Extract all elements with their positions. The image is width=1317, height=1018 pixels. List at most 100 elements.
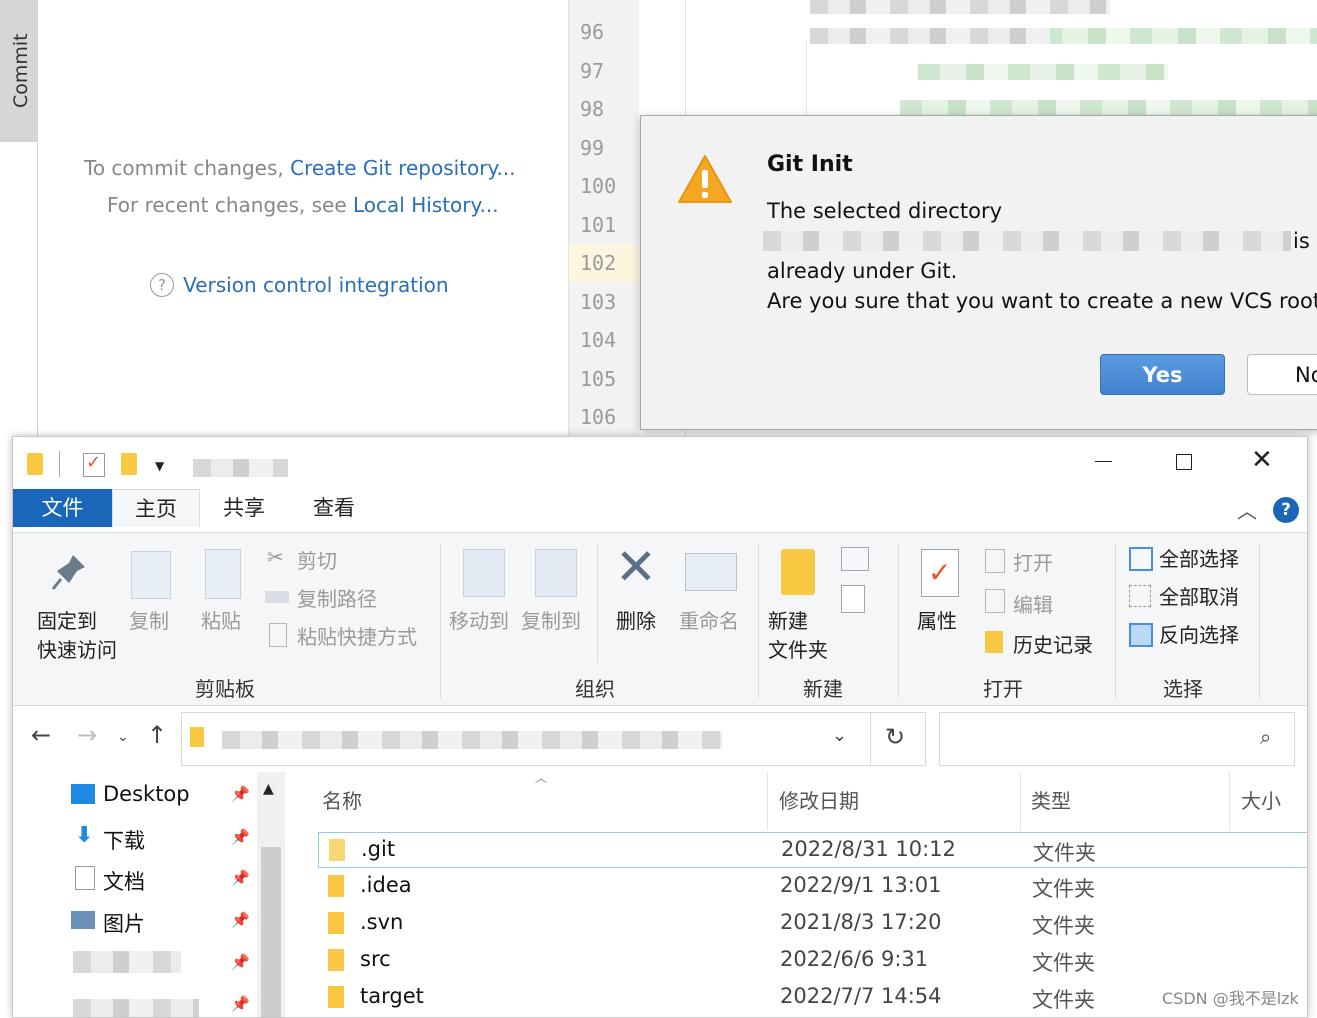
- document-icon: [75, 866, 95, 890]
- vcs-help[interactable]: ? Version control integration: [150, 273, 449, 297]
- table-row[interactable]: target 2022/7/7 14:54 文件夹: [318, 980, 1307, 1016]
- folder-icon: [329, 839, 345, 861]
- pin-icon[interactable]: 📌: [231, 911, 250, 929]
- easy-access-icon[interactable]: [841, 585, 865, 613]
- select-none-button[interactable]: 全部取消: [1159, 581, 1239, 610]
- nav-item-desktop[interactable]: Desktop: [103, 782, 190, 806]
- cut-button[interactable]: 剪切: [297, 545, 337, 574]
- git-init-dialog: Git Init The selected directory is alrea…: [640, 115, 1317, 430]
- picture-icon: [71, 911, 95, 929]
- vcs-integration-link[interactable]: Version control integration: [183, 273, 448, 297]
- line-number: 104: [580, 328, 617, 352]
- new-folder-button[interactable]: 新建 文件夹: [768, 605, 828, 663]
- no-button[interactable]: No: [1247, 354, 1317, 395]
- new-folder-qat-icon[interactable]: [121, 453, 137, 475]
- address-bar[interactable]: ⌄: [181, 712, 871, 766]
- paste-shortcut-button[interactable]: 粘贴快捷方式: [297, 621, 417, 650]
- column-separator[interactable]: [1020, 772, 1021, 830]
- nav-item-pictures[interactable]: 图片: [103, 908, 145, 938]
- group-separator: [898, 543, 899, 698]
- column-header-type[interactable]: 类型: [1031, 785, 1071, 814]
- pin-icon[interactable]: 📌: [231, 828, 250, 846]
- edit-button[interactable]: 编辑: [1013, 589, 1053, 618]
- pin-icon[interactable]: 📌: [231, 953, 250, 971]
- maximize-icon[interactable]: [1176, 454, 1192, 470]
- recent-locations-icon[interactable]: ⌄: [117, 729, 129, 745]
- file-type: 文件夹: [1032, 988, 1095, 1012]
- minimize-icon[interactable]: [1095, 461, 1112, 462]
- new-folder-label: 新建: [768, 609, 808, 633]
- open-button[interactable]: 打开: [1013, 547, 1053, 576]
- pin-quick-access-button[interactable]: 固定到 快速访问: [37, 605, 117, 663]
- commit-tab[interactable]: Commit: [2, 10, 36, 120]
- nav-item-downloads[interactable]: 下载: [103, 825, 145, 855]
- paste-icon: [205, 549, 241, 599]
- blurred-code: [900, 100, 1317, 116]
- watermark: CSDN @我不是lzk: [1162, 989, 1299, 1008]
- table-row[interactable]: .git 2022/8/31 10:12 文件夹: [318, 832, 1307, 868]
- pin-icon[interactable]: 📌: [231, 995, 250, 1013]
- file-name: .git: [361, 837, 396, 861]
- tab-home[interactable]: 主页: [112, 489, 200, 527]
- rename-button[interactable]: 重命名: [679, 605, 739, 634]
- delete-button[interactable]: 删除: [616, 605, 656, 634]
- nav-scrollbar-thumb[interactable]: [261, 847, 281, 1017]
- file-explorer-window: ✓ ▼ ✕ 文件 主页 共享 查看 ︿ ? 固定到 快速访问 复制 粘贴 ✂ 剪切…: [12, 436, 1308, 1018]
- tab-file[interactable]: 文件: [13, 489, 112, 527]
- up-icon[interactable]: ↑: [147, 721, 167, 749]
- create-git-repo-link[interactable]: Create Git repository...: [290, 156, 515, 180]
- column-header-date[interactable]: 修改日期: [779, 785, 859, 814]
- column-separator[interactable]: [1229, 772, 1230, 830]
- blurred-path: [222, 731, 722, 749]
- pin-icon[interactable]: 📌: [231, 869, 250, 887]
- pin-icon[interactable]: 📌: [231, 785, 250, 803]
- group-separator: [758, 543, 759, 698]
- properties-button[interactable]: 属性: [917, 605, 957, 634]
- line-number: 101: [580, 212, 617, 237]
- folder-icon: [27, 453, 43, 475]
- refresh-button[interactable]: ↻: [869, 712, 926, 766]
- column-separator[interactable]: [767, 772, 768, 830]
- copy-path-icon: [265, 591, 289, 603]
- history-button[interactable]: 历史记录: [1013, 629, 1093, 658]
- invert-selection-button[interactable]: 反向选择: [1159, 619, 1239, 648]
- file-type: 文件夹: [1032, 914, 1095, 938]
- column-header-size[interactable]: 大小: [1241, 785, 1281, 814]
- paste-button[interactable]: 粘贴: [201, 605, 241, 634]
- line-number: 98: [580, 97, 605, 121]
- forward-icon[interactable]: →: [77, 721, 97, 749]
- scroll-up-icon[interactable]: ▲: [263, 781, 274, 797]
- back-icon[interactable]: ←: [31, 721, 51, 749]
- column-header-name[interactable]: 名称: [322, 785, 362, 814]
- edit-icon: [985, 589, 1005, 613]
- file-type: 文件夹: [1032, 951, 1095, 975]
- copy-button[interactable]: 复制: [129, 605, 169, 634]
- select-all-button[interactable]: 全部选择: [1159, 543, 1239, 572]
- address-dropdown-icon[interactable]: ⌄: [832, 725, 847, 746]
- close-icon[interactable]: ✕: [1251, 445, 1273, 475]
- properties-qat-icon[interactable]: ✓: [83, 452, 105, 477]
- qat-dropdown-icon[interactable]: ▼: [155, 459, 164, 473]
- local-history-link[interactable]: Local History...: [353, 193, 499, 217]
- new-item-icon[interactable]: [841, 547, 869, 571]
- tab-share[interactable]: 共享: [209, 489, 279, 527]
- blurred-window-title: [193, 459, 288, 477]
- move-to-button[interactable]: 移动到: [449, 605, 509, 634]
- new-folder-label-2: 文件夹: [768, 638, 828, 662]
- search-input[interactable]: ⌕: [939, 712, 1295, 766]
- table-row[interactable]: .idea 2022/9/1 13:01 文件夹: [318, 869, 1307, 905]
- help-icon[interactable]: ?: [1273, 497, 1299, 523]
- table-row[interactable]: .svn 2021/8/3 17:20 文件夹: [318, 906, 1307, 942]
- table-row[interactable]: src 2022/6/6 9:31 文件夹: [318, 943, 1307, 979]
- new-group-label: 新建: [803, 677, 843, 701]
- collapse-ribbon-icon[interactable]: ︿: [1237, 495, 1257, 524]
- copy-to-button[interactable]: 复制到: [521, 605, 581, 634]
- copy-path-button[interactable]: 复制路径: [297, 583, 377, 612]
- nav-item-documents[interactable]: 文档: [103, 866, 145, 896]
- line-number: 99: [580, 135, 605, 160]
- blurred-nav-item: [73, 951, 181, 973]
- yes-button[interactable]: Yes: [1100, 354, 1225, 395]
- tab-view[interactable]: 查看: [299, 489, 369, 527]
- file-date: 2022/9/1 13:01: [780, 873, 942, 897]
- blurred-code: [918, 64, 1168, 80]
